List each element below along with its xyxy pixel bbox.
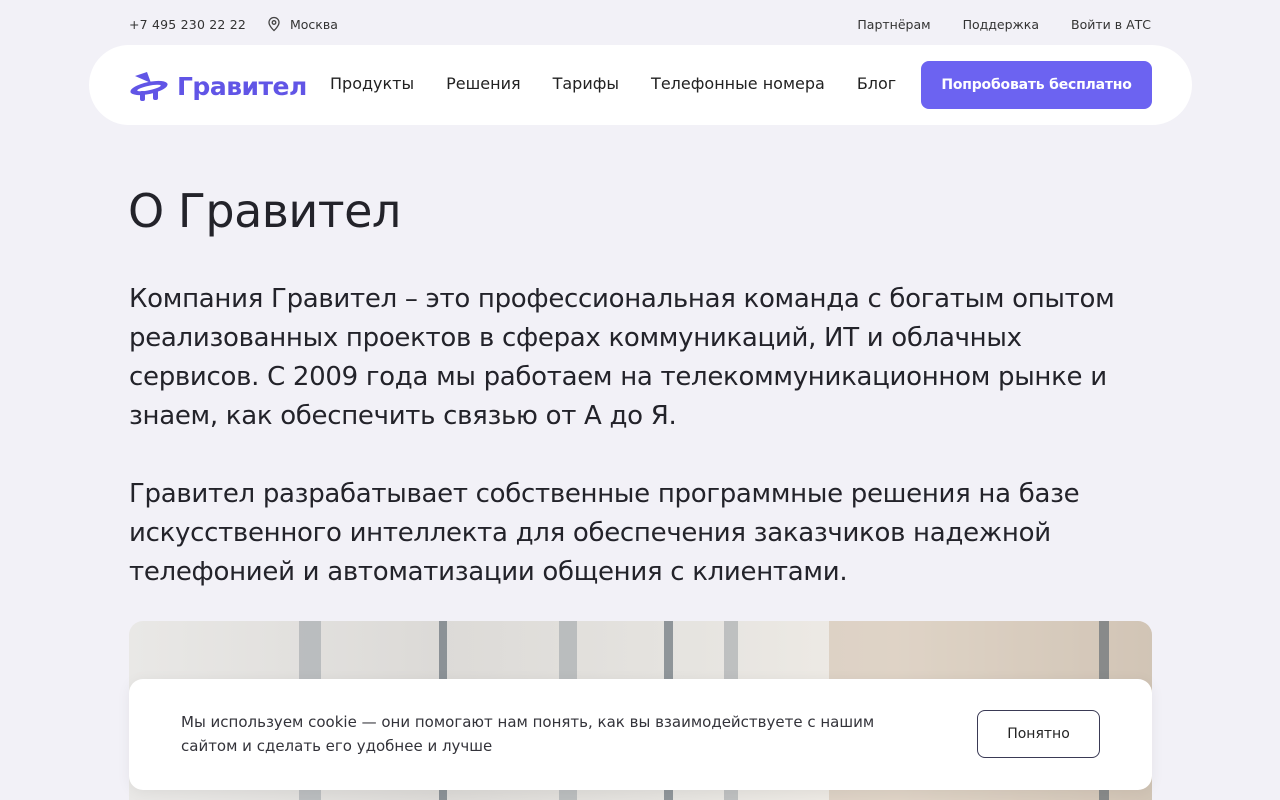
about-paragraph-2: Гравител разрабатывает собственные прогр… bbox=[129, 479, 1080, 587]
cookie-text: Мы используем cookie — они помогают нам … bbox=[181, 713, 875, 755]
menu-item-solutions[interactable]: Решения bbox=[446, 74, 520, 93]
phone-link[interactable]: +7 495 230 22 22 bbox=[129, 17, 246, 32]
page-title: О Гравител bbox=[128, 184, 401, 238]
location-pin-icon bbox=[268, 16, 280, 32]
gravitel-logo-icon bbox=[130, 72, 168, 101]
about-paragraph-1: Компания Гравител – это профессиональная… bbox=[129, 284, 1115, 431]
menu-item-products[interactable]: Продукты bbox=[330, 74, 414, 93]
top-utility-bar: +7 495 230 22 22 Москва Партнёрам Поддер… bbox=[0, 0, 1280, 48]
menu-item-phone-numbers[interactable]: Телефонные номера bbox=[651, 74, 825, 93]
logo[interactable]: Гравител bbox=[129, 69, 307, 103]
cookie-accept-button[interactable]: Понятно bbox=[977, 710, 1100, 758]
menu-item-tariffs[interactable]: Тарифы bbox=[553, 74, 619, 93]
partners-link[interactable]: Партнёрам bbox=[857, 17, 930, 32]
menu-item-blog[interactable]: Блог bbox=[857, 74, 896, 93]
support-link[interactable]: Поддержка bbox=[963, 17, 1039, 32]
cookie-banner: Мы используем cookie — они помогают нам … bbox=[129, 679, 1152, 790]
main-menu: Продукты Решения Тарифы Телефонные номер… bbox=[330, 74, 896, 93]
login-ats-link[interactable]: Войти в АТС bbox=[1071, 17, 1151, 32]
city-label: Москва bbox=[290, 16, 338, 32]
main-navbar: Гравител Продукты Решения Тарифы Телефон… bbox=[89, 45, 1192, 125]
logo-text: Гравител bbox=[177, 71, 307, 101]
try-free-button[interactable]: Попробовать бесплатно bbox=[921, 61, 1152, 109]
city-selector[interactable]: Москва bbox=[266, 16, 338, 32]
top-links: Партнёрам Поддержка Войти в АТС bbox=[857, 17, 1151, 32]
